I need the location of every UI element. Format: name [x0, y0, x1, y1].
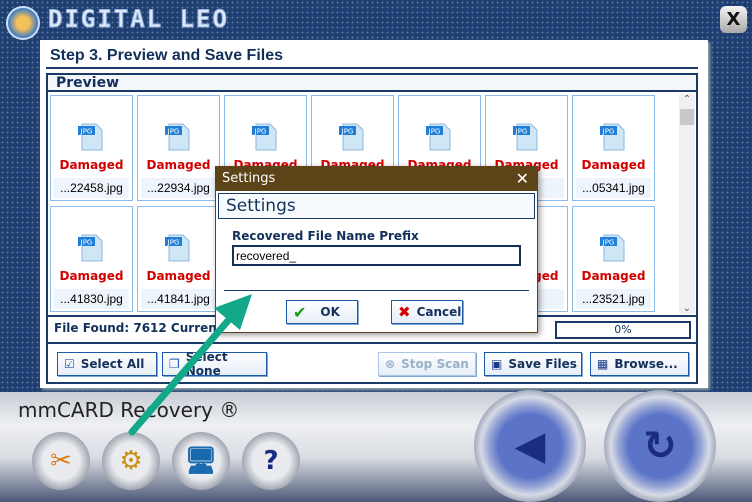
arrow-head — [214, 294, 252, 330]
arrow-shaft — [128, 312, 236, 436]
annotation-arrow — [128, 294, 252, 436]
